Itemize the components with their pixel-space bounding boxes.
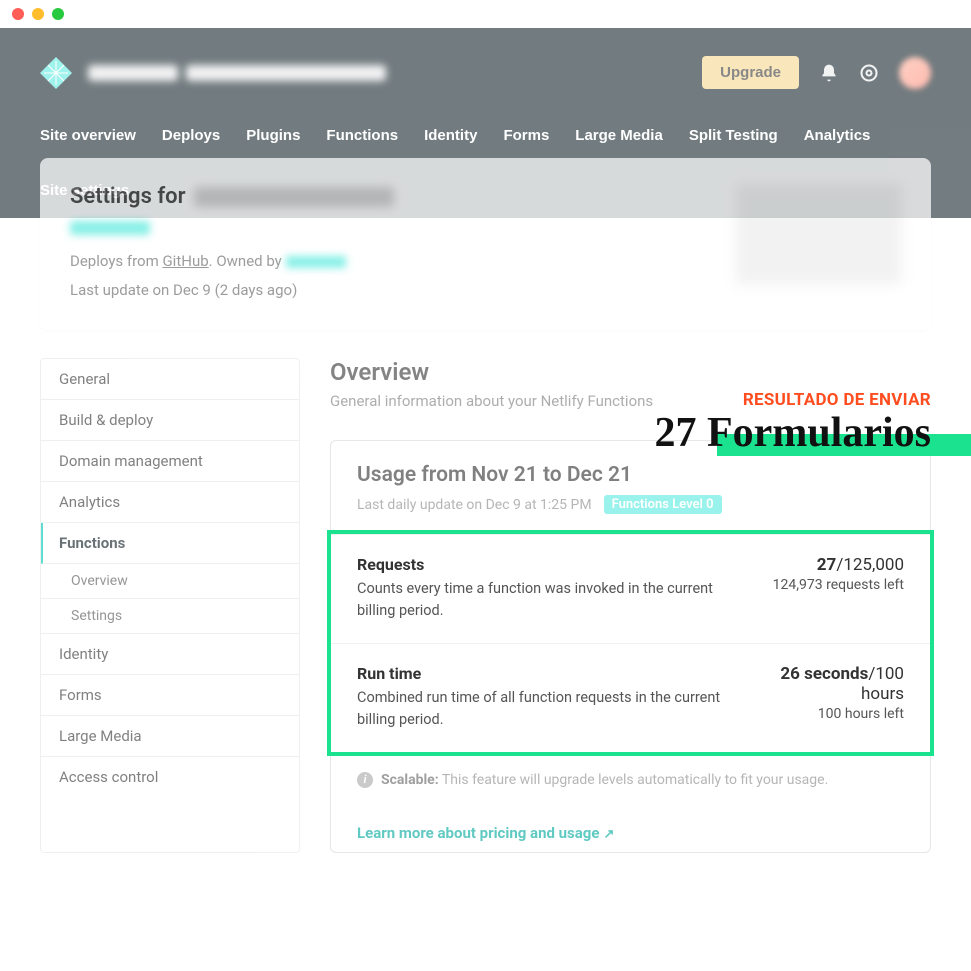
- breadcrumb: [88, 65, 386, 81]
- tab-identity[interactable]: Identity: [424, 121, 477, 150]
- info-icon: i: [357, 772, 373, 788]
- last-update: Last update on Dec 9 (2 days ago): [70, 276, 394, 305]
- help-icon[interactable]: [859, 63, 879, 83]
- sidebar-subitem-settings[interactable]: Settings: [41, 599, 299, 634]
- tab-site-overview[interactable]: Site overview: [40, 121, 136, 150]
- runtime-title: Run time: [357, 664, 747, 683]
- sidebar-item-domain[interactable]: Domain management: [41, 441, 299, 482]
- sidebar-item-large-media[interactable]: Large Media: [41, 716, 299, 757]
- sidebar-item-forms[interactable]: Forms: [41, 675, 299, 716]
- sidebar-item-functions[interactable]: Functions: [41, 523, 299, 564]
- window-maximize[interactable]: [52, 8, 64, 20]
- arrow-icon: ↗: [603, 827, 614, 842]
- bell-icon[interactable]: [819, 63, 839, 83]
- window-minimize[interactable]: [32, 8, 44, 20]
- tab-forms[interactable]: Forms: [503, 121, 549, 150]
- requests-metric: Requests Counts every time a function wa…: [331, 534, 930, 643]
- runtime-value: 26 seconds/100 hours: [747, 664, 904, 704]
- window-titlebar: [0, 0, 971, 28]
- tab-analytics[interactable]: Analytics: [804, 121, 871, 150]
- usage-title: Usage from Nov 21 to Dec 21: [357, 463, 904, 487]
- sidebar-item-build-deploy[interactable]: Build & deploy: [41, 400, 299, 441]
- sidebar-item-general[interactable]: General: [41, 359, 299, 400]
- tab-deploys[interactable]: Deploys: [162, 121, 220, 150]
- usage-card: Usage from Nov 21 to Dec 21 Last daily u…: [330, 440, 931, 853]
- page-title: Overview: [330, 358, 931, 386]
- sidebar-item-analytics[interactable]: Analytics: [41, 482, 299, 523]
- settings-sidebar: General Build & deploy Domain management…: [40, 358, 300, 853]
- annotation-title: 27 Formularios: [655, 410, 931, 456]
- requests-value: 27/125,000: [773, 555, 904, 575]
- window-close[interactable]: [12, 8, 24, 20]
- learn-more-link[interactable]: Learn more about pricing and usage↗: [331, 804, 930, 852]
- highlighted-metrics: Requests Counts every time a function wa…: [327, 530, 934, 756]
- functions-level-badge: Functions Level 0: [604, 495, 722, 514]
- requests-title: Requests: [357, 555, 747, 574]
- github-link[interactable]: GitHub: [162, 252, 208, 270]
- sidebar-item-identity[interactable]: Identity: [41, 634, 299, 675]
- sidebar-subitem-overview[interactable]: Overview: [41, 564, 299, 599]
- annotation-label: RESULTADO DE ENVIAR: [655, 390, 931, 410]
- annotation-overlay: RESULTADO DE ENVIAR 27 Formularios: [655, 390, 931, 456]
- avatar[interactable]: [899, 57, 931, 89]
- scalable-note: i Scalable: This feature will upgrade le…: [331, 756, 930, 804]
- requests-remaining: 124,973 requests left: [773, 577, 904, 593]
- settings-title: Settings for: [70, 184, 394, 209]
- requests-desc: Counts every time a function was invoked…: [357, 578, 747, 623]
- site-preview: [736, 184, 901, 284]
- settings-deploy-meta: Deploys from GitHub. Owned by: [70, 247, 394, 276]
- runtime-metric: Run time Combined run time of all functi…: [331, 643, 930, 752]
- tab-plugins[interactable]: Plugins: [246, 121, 300, 150]
- netlify-logo-icon: [40, 57, 72, 89]
- settings-card: Settings for Deploys from GitHub. Owned …: [40, 158, 931, 330]
- tab-large-media[interactable]: Large Media: [575, 121, 663, 150]
- upgrade-button[interactable]: Upgrade: [702, 56, 799, 89]
- tab-split-testing[interactable]: Split Testing: [689, 121, 778, 150]
- runtime-remaining: 100 hours left: [747, 706, 904, 722]
- tab-functions[interactable]: Functions: [326, 121, 398, 150]
- usage-meta-text: Last daily update on Dec 9 at 1:25 PM: [357, 497, 592, 513]
- runtime-desc: Combined run time of all function reques…: [357, 687, 747, 732]
- site-url-blurred: [70, 221, 150, 235]
- sidebar-item-access-control[interactable]: Access control: [41, 757, 299, 797]
